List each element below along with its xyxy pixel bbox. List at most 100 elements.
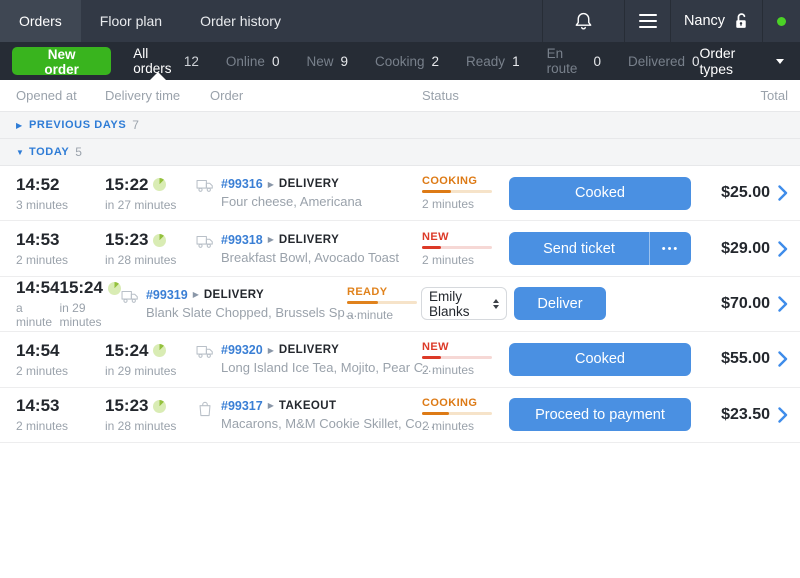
status-progress-fill [422, 356, 441, 360]
opened-ago: 3 minutes [16, 197, 69, 212]
filter-new-label: New [306, 53, 334, 69]
status-progress [422, 190, 492, 194]
order-number-link[interactable]: #99316 [221, 177, 263, 191]
chevron-right-icon: ▶ [267, 401, 274, 411]
main-menu-button[interactable] [624, 0, 670, 42]
table-row[interactable]: 14:52 3 minutes 15:22 in 27 minutes #993… [0, 166, 800, 222]
section-today[interactable]: ▼ TODAY 5 [0, 139, 800, 166]
timer-pie-icon [153, 399, 167, 413]
send-ticket-button[interactable]: Send ticket [509, 232, 649, 265]
status-cell: COOKING 2 minutes [422, 397, 505, 433]
delivery-time-cell: 15:23 in 28 minutes [105, 230, 196, 267]
action-cell: Cooked [505, 342, 691, 376]
total-cell: $70.00 [721, 295, 800, 313]
timer-pie-icon [107, 281, 121, 295]
total-cell: $55.00 [691, 350, 800, 368]
total-cell: $25.00 [691, 184, 800, 202]
table-row[interactable]: 14:53 2 minutes 15:23 in 28 minutes #993… [0, 387, 800, 443]
filter-ready-label: Ready [466, 53, 506, 69]
filter-en-route[interactable]: En route 0 [547, 46, 601, 76]
chevron-right-icon: ▶ [267, 345, 274, 355]
cooked-button[interactable]: Cooked [509, 342, 691, 376]
header-status: Status [422, 88, 459, 103]
status-cell: NEW 2 minutes [422, 341, 505, 377]
filter-ready[interactable]: Ready 1 [466, 54, 520, 69]
chevron-down-icon [776, 58, 784, 64]
status-time: a minute [346, 307, 393, 322]
order-cell: #99316 ▶ DELIVERY Four cheese, Americana [196, 177, 422, 209]
order-number-link[interactable]: #99318 [221, 233, 263, 247]
table-row[interactable]: 14:54 a minute 15:24 in 29 minutes #9931… [0, 276, 800, 333]
chevron-right-icon: ▶ [267, 235, 274, 245]
filter-delivered[interactable]: Delivered 0 [628, 54, 700, 69]
opened-at-cell: 14:53 2 minutes [0, 230, 105, 267]
timer-pie-icon [153, 178, 167, 192]
filter-new[interactable]: New 9 [306, 54, 348, 69]
opened-at-cell: 14:53 2 minutes [0, 396, 105, 433]
status-time: 2 minutes [422, 197, 475, 212]
order-type: DELIVERY [203, 288, 265, 301]
opened-at-cell: 14:52 3 minutes [0, 175, 105, 212]
row-chevron-icon[interactable] [778, 407, 788, 423]
tab-order-history-label: Order history [200, 13, 281, 29]
tab-order-history[interactable]: Order history [181, 0, 300, 42]
filter-all-orders-count: 12 [183, 53, 199, 69]
user-button[interactable]: Nancy [670, 0, 762, 42]
status-progress [422, 245, 492, 249]
chevron-down-icon: ▼ [16, 147, 24, 157]
proceed-to-payment-button[interactable]: Proceed to payment [509, 398, 691, 432]
tab-orders-label: Orders [19, 13, 62, 29]
order-types-label: Order types [699, 45, 736, 77]
select-arrows-icon [492, 298, 499, 309]
cooked-button[interactable]: Cooked [509, 176, 691, 210]
row-chevron-icon[interactable] [778, 240, 788, 257]
order-number-link[interactable]: #99319 [146, 288, 188, 302]
total-amount: $29.00 [721, 239, 770, 257]
row-chevron-icon[interactable] [778, 296, 788, 312]
delivery-time: 15:23 [105, 230, 149, 250]
filter-online[interactable]: Online 0 [226, 54, 280, 69]
delivery-time: 15:24 [59, 278, 103, 298]
row-chevron-icon[interactable] [778, 351, 788, 368]
table-row[interactable]: 14:54 2 minutes 15:24 in 29 minutes #993… [0, 332, 800, 388]
delivery-in: in 27 minutes [105, 197, 177, 212]
top-bar: Orders Floor plan Order history Nancy [0, 0, 800, 42]
courier-select[interactable]: Emily Blanks [420, 287, 507, 321]
opened-at-cell: 14:54 2 minutes [0, 341, 105, 378]
online-status-dot [777, 16, 786, 26]
opened-time: 14:52 [16, 174, 60, 194]
order-number-link[interactable]: #99320 [221, 343, 263, 357]
table-row[interactable]: 14:53 2 minutes 15:23 in 28 minutes #993… [0, 221, 800, 277]
filter-all-orders[interactable]: All orders 12 [133, 46, 199, 76]
chevron-right-icon: ▶ [16, 120, 23, 130]
delivery-time: 15:22 [105, 174, 149, 194]
status-progress [422, 411, 492, 415]
filter-cooking[interactable]: Cooking 2 [375, 54, 439, 69]
unlock-icon [736, 13, 746, 28]
order-filters: All orders 12 Online 0 New 9 Cooking 2 R… [133, 46, 699, 76]
order-number-link[interactable]: #99317 [221, 399, 263, 413]
total-amount: $55.00 [721, 350, 770, 368]
new-order-button[interactable]: New order [12, 47, 112, 77]
order-type: DELIVERY [278, 178, 340, 191]
total-amount: $70.00 [721, 294, 770, 312]
opened-time: 14:54 [16, 340, 60, 360]
deliver-button[interactable]: Deliver [513, 287, 606, 321]
tab-orders[interactable]: Orders [0, 0, 81, 42]
filter-en-route-label: En route [546, 46, 578, 76]
more-actions-button[interactable]: ••• [649, 232, 691, 266]
tab-floor-plan-label: Floor plan [99, 13, 163, 29]
total-amount: $23.50 [721, 405, 770, 423]
delivery-truck-icon [121, 290, 138, 303]
filter-online-count: 0 [271, 53, 280, 69]
notifications-button[interactable] [542, 0, 624, 42]
row-chevron-icon[interactable] [778, 185, 788, 201]
order-types-dropdown[interactable]: Order types [700, 45, 784, 77]
tab-floor-plan[interactable]: Floor plan [81, 0, 181, 42]
chevron-right-icon: ▶ [267, 179, 274, 189]
delivery-time-cell: 15:24 in 29 minutes [59, 278, 121, 329]
section-previous-days[interactable]: ▶ PREVIOUS DAYS 7 [0, 112, 800, 139]
order-items: Macarons, M&M Cookie Skillet, Co… [221, 415, 435, 431]
delivery-truck-icon [196, 180, 213, 193]
connection-status [762, 0, 800, 42]
